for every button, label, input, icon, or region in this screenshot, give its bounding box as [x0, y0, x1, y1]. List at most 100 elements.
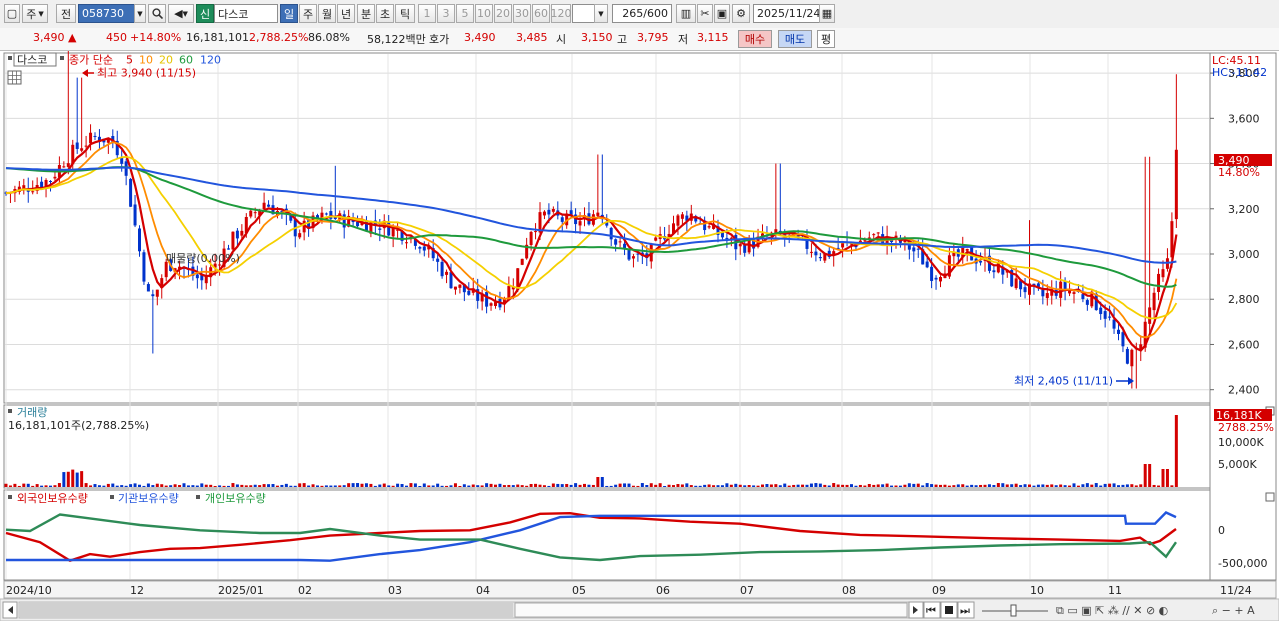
- window-icon[interactable]: ▢: [4, 4, 20, 23]
- volume-bar: [1081, 484, 1085, 487]
- holding-handle-icon[interactable]: [8, 495, 12, 499]
- count-input[interactable]: 265/600: [612, 4, 672, 23]
- volume-bar: [716, 485, 720, 487]
- interval-10[interactable]: 10: [475, 4, 493, 23]
- volume-bar: [1170, 485, 1174, 487]
- volume-handle-icon[interactable]: [8, 409, 12, 413]
- volume-bar: [827, 485, 831, 487]
- gear-icon[interactable]: ⚙: [732, 4, 750, 23]
- calendar-icon[interactable]: ▦: [819, 4, 835, 23]
- speaker-icon[interactable]: ◀ ▼: [168, 4, 194, 23]
- holding-handle-icon-3[interactable]: [196, 495, 200, 499]
- volume-profile-annot: 매물량(0.00%): [166, 252, 240, 265]
- volume-bar: [356, 483, 360, 487]
- stock-name-field[interactable]: 다스코: [214, 4, 278, 23]
- candle-body: [262, 202, 266, 210]
- volume-bar: [1041, 484, 1045, 487]
- candle-body: [1014, 278, 1018, 289]
- period-month[interactable]: 월: [318, 4, 336, 23]
- candle-body: [342, 214, 346, 228]
- search-icon[interactable]: [148, 4, 166, 23]
- scrollbar-thumb[interactable]: [514, 602, 908, 618]
- candle-body: [436, 258, 440, 262]
- chart-type-icon[interactable]: ▥: [676, 4, 696, 23]
- volume-bar: [75, 472, 79, 487]
- interval-120[interactable]: 120: [551, 4, 572, 23]
- holding-handle-icon-2[interactable]: [110, 495, 114, 499]
- volume-bar: [689, 485, 693, 487]
- save-icon[interactable]: ▣: [714, 4, 730, 23]
- volume-bar: [1094, 483, 1098, 487]
- max-annot-text: 최고 3,940 (11/15): [97, 67, 196, 80]
- volume-bar: [712, 485, 716, 487]
- candle-body: [1174, 149, 1178, 220]
- volume-bar: [271, 484, 275, 487]
- interval-60[interactable]: 60: [532, 4, 550, 23]
- period-second[interactable]: 초: [376, 4, 394, 23]
- volume-bar: [1019, 485, 1023, 487]
- prev-button[interactable]: 전: [56, 4, 76, 23]
- interval-30[interactable]: 30: [513, 4, 531, 23]
- volume-bar: [1068, 485, 1072, 487]
- volume-bar: [489, 483, 493, 487]
- interval-3[interactable]: 3: [437, 4, 455, 23]
- candle-body: [912, 247, 916, 252]
- volume-bar: [725, 483, 729, 487]
- volume-bar: [956, 484, 960, 487]
- volume-bar: [4, 483, 8, 487]
- code-dropdown-icon[interactable]: ▼: [134, 4, 146, 23]
- chevron-down-icon[interactable]: ▼: [594, 4, 608, 23]
- period-type-select[interactable]: 주 ▼: [22, 4, 48, 23]
- volume-bar: [436, 483, 440, 487]
- period-minute[interactable]: 분: [357, 4, 375, 23]
- volume-bar: [720, 485, 724, 487]
- candle-body: [872, 234, 876, 236]
- volume-bar: [293, 485, 297, 487]
- volume-bar: [729, 484, 733, 487]
- candle-body: [31, 191, 35, 193]
- candle-body: [1157, 273, 1161, 292]
- stock-chart[interactable]: 3,8003,6003,4003,2003,0002,8002,6002,400…: [0, 51, 1279, 621]
- interval-20[interactable]: 20: [494, 4, 512, 23]
- interval-1[interactable]: 1: [418, 4, 436, 23]
- volume-bar: [387, 485, 391, 487]
- volume-bar: [467, 485, 471, 487]
- quote-amount: 58,122백만: [367, 33, 426, 46]
- volume-bar: [507, 484, 511, 487]
- volume-bar: [618, 483, 622, 487]
- panel-handle-icon[interactable]: [8, 56, 12, 60]
- volume-bar: [801, 484, 805, 487]
- legend-handle-icon[interactable]: [60, 56, 64, 60]
- candle-body: [458, 284, 462, 288]
- drawing-tool-icons[interactable]: ⧉ ▭ ▣ ⇱ ⁂ ∕∕ ✕ ⊘ ◐: [1056, 604, 1168, 617]
- volume-bar: [578, 484, 582, 487]
- candle-body: [324, 213, 328, 215]
- volume-bar: [244, 485, 248, 487]
- period-day[interactable]: 일: [280, 4, 298, 23]
- candle-body: [618, 241, 622, 243]
- period-year[interactable]: 년: [337, 4, 355, 23]
- date-input[interactable]: 2025/11/24: [753, 4, 825, 23]
- eval-button[interactable]: 평: [817, 30, 835, 48]
- interval-5[interactable]: 5: [456, 4, 474, 23]
- quote-volume-ratio: 2,788.25%: [249, 31, 309, 44]
- volume-bar: [947, 485, 951, 487]
- volume-bar: [556, 483, 560, 487]
- volume-bar: [1045, 484, 1049, 487]
- candle-body: [1099, 307, 1103, 315]
- volume-bar: [796, 484, 800, 487]
- table-icon[interactable]: [7, 70, 22, 85]
- volume-bar: [106, 483, 110, 487]
- candle-body: [467, 290, 471, 295]
- holding-close-icon[interactable]: [1265, 492, 1275, 502]
- volume-bar: [640, 483, 644, 487]
- zoom-tool-icons[interactable]: ⌕ − + A: [1212, 604, 1255, 617]
- buy-button[interactable]: 매수: [738, 30, 772, 48]
- scissors-icon[interactable]: ✂: [697, 4, 713, 23]
- period-tick[interactable]: 틱: [395, 4, 415, 23]
- volume-bar: [213, 485, 217, 487]
- volume-bar: [40, 485, 44, 487]
- sell-button[interactable]: 매도: [778, 30, 812, 48]
- zoom-slider-handle[interactable]: [1010, 604, 1017, 617]
- period-week[interactable]: 주: [299, 4, 317, 23]
